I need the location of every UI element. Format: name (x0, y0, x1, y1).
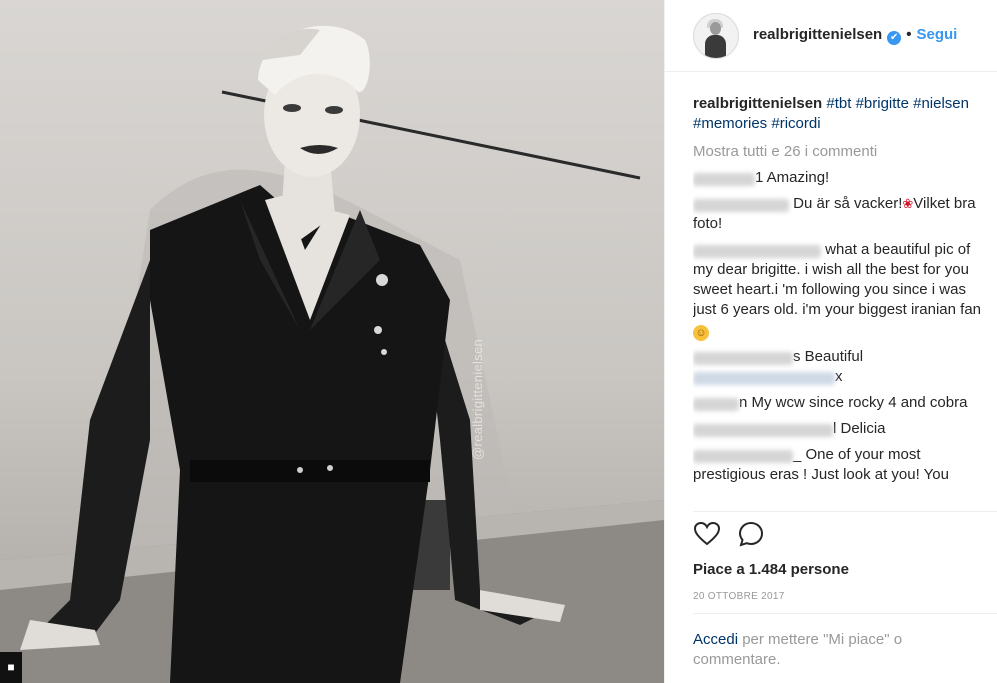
comment-item: xxxxxxxxxxxxxxxxxxl Delicia (693, 419, 989, 439)
post-date[interactable]: 20 OTTOBRE 2017 (693, 591, 785, 602)
login-prompt: Accedi per mettere "Mi piace" o commenta… (693, 630, 981, 670)
post-photo[interactable]: @realbrigittenielsen ■ (0, 0, 664, 683)
header-username-link[interactable]: realbrigittenielsen (753, 26, 882, 43)
comments-section[interactable]: realbrigittenielsen #tbt #brigitte #niel… (693, 94, 989, 506)
comment-icon[interactable] (737, 520, 765, 548)
comment-username-blurred[interactable]: xxxxxxxxxxxxx (693, 450, 793, 463)
comment-username-blurred[interactable]: xxxxxxxxxxxxxxxxxx (693, 424, 833, 437)
comment-username-blurred[interactable]: xxxxxx (693, 398, 739, 411)
photo-watermark: @realbrigittenielsen (470, 338, 485, 460)
photo-illustration (0, 25, 664, 683)
comment-mention-blurred[interactable]: xxxxxxxxxxxxxxxxx (693, 372, 835, 385)
comment-text: s Beautiful (793, 348, 864, 365)
smile-emoji-icon: ☺ (693, 325, 709, 341)
comment-item: xxxxxxxxxxxxxxxxxxx what a beautiful pic… (693, 240, 989, 341)
instagram-post: @realbrigittenielsen ■ realbrigitteniels… (0, 0, 997, 683)
comment-username-blurred[interactable]: xxxxxxxxxxxxx (693, 199, 789, 212)
login-divider (693, 613, 997, 614)
action-bar (693, 520, 765, 548)
comment-item: xxxxxx1 Amazing! (693, 168, 989, 188)
comment-text: l Delicia (833, 420, 886, 437)
avatar[interactable] (693, 12, 739, 59)
actions-divider (693, 511, 997, 512)
caption-username-link[interactable]: realbrigittenielsen (693, 95, 822, 112)
comment-username-blurred[interactable]: xxxxxx (693, 173, 755, 186)
comment-item: xxxxxxn My wcw since rocky 4 and cobra (693, 393, 989, 413)
comment-text: 1 Amazing! (755, 169, 830, 186)
user-tag-icon[interactable]: ■ (0, 652, 22, 683)
heart-icon[interactable] (693, 520, 721, 548)
post-header: realbrigittenielsen ✔ • Segui (665, 0, 997, 72)
comment-item: xxxxxxxxxxxxx Du är så vacker!❀Vilket br… (693, 194, 989, 234)
comment-username-blurred[interactable]: xxxxxxxxxxxxxxxxxxx (693, 245, 821, 258)
show-all-comments-link[interactable]: Mostra tutti e 26 i commenti (693, 142, 989, 162)
comment-text: Du är så vacker! (793, 195, 903, 212)
comment-username-blurred[interactable]: xxxxxxxxxxxx (693, 352, 793, 365)
post-caption: realbrigittenielsen #tbt #brigitte #niel… (693, 94, 989, 134)
follow-button[interactable]: Segui (916, 26, 957, 43)
comment-text: n My wcw since rocky 4 and cobra (739, 394, 968, 411)
comment-item: xxxxxxxxxxxxx_ One of your most prestigi… (693, 445, 989, 485)
header-username-row: realbrigittenielsen ✔ • Segui (753, 26, 957, 45)
comment-item: xxxxxxxxxxxxs Beautiful xxxxxxxxxxxxxxxx… (693, 347, 989, 387)
verified-badge-icon: ✔ (887, 31, 902, 45)
comment-mention-suffix: x (835, 368, 843, 385)
rose-emoji-icon: ❀ (902, 196, 914, 211)
header-separator: • (906, 26, 912, 43)
post-sidebar: realbrigittenielsen ✔ • Segui realbrigitten… (664, 0, 997, 683)
likes-count[interactable]: Piace a 1.484 persone (693, 561, 849, 578)
login-link[interactable]: Accedi (693, 631, 738, 648)
